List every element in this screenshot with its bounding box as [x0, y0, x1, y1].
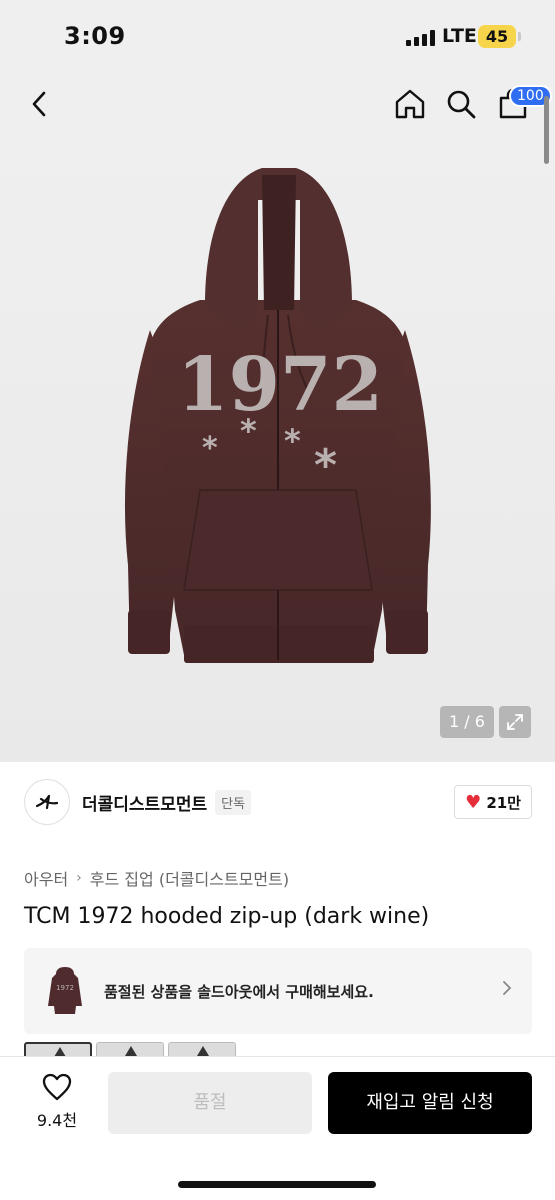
- brand-like-button[interactable]: ♥ 21만: [454, 785, 532, 819]
- brand-logo-icon[interactable]: [24, 779, 70, 825]
- soldout-banner-text: 품절된 상품을 솔드아웃에서 구매해보세요.: [104, 982, 374, 1001]
- svg-text:1972: 1972: [56, 984, 74, 992]
- search-icon[interactable]: [441, 84, 481, 124]
- hoodie-illustration: 1972 * * * *: [124, 168, 431, 663]
- svg-text:*: *: [314, 440, 337, 491]
- battery-icon: 45: [478, 25, 516, 48]
- home-indicator: [178, 1181, 376, 1188]
- color-swatches: [24, 1042, 236, 1056]
- color-swatch[interactable]: [168, 1042, 236, 1056]
- wishlist-count: 9.4천: [36, 1111, 78, 1130]
- brand-row: 더콜디스트모먼트 단독 ♥ 21만: [24, 778, 532, 826]
- nav-bar: [0, 70, 555, 140]
- wishlist-button[interactable]: 9.4천: [22, 1073, 92, 1131]
- product-image[interactable]: 1972 * * * *: [0, 140, 555, 762]
- breadcrumb-subcategory[interactable]: 후드 집업 (더콜디스트모먼트): [90, 866, 289, 890]
- soldout-banner[interactable]: 1972 품절된 상품을 솔드아웃에서 구매해보세요.: [24, 948, 532, 1034]
- svg-text:*: *: [240, 412, 257, 450]
- brand-name[interactable]: 더콜디스트모먼트: [82, 790, 207, 815]
- heart-icon: ♥: [465, 791, 482, 813]
- breadcrumb-category[interactable]: 아우터: [24, 866, 68, 890]
- status-bar: 3:09 LTE 45: [0, 0, 555, 70]
- status-time: 3:09: [64, 22, 126, 50]
- brand-like-count: 21만: [486, 793, 521, 812]
- back-icon[interactable]: [20, 84, 60, 124]
- battery-nub: [518, 32, 521, 41]
- exclusive-badge: 단독: [215, 789, 252, 815]
- svg-text:*: *: [284, 422, 301, 460]
- product-thumbnail: 1972: [42, 966, 88, 1016]
- soldout-button: 품절: [108, 1072, 312, 1134]
- bottom-action-bar: 9.4천 품절 재입고 알림 신청: [0, 1056, 555, 1200]
- breadcrumb: 아우터 › 후드 집업 (더콜디스트모먼트): [24, 866, 289, 890]
- product-title: TCM 1972 hooded zip-up (dark wine): [24, 904, 430, 929]
- chevron-right-icon: [502, 980, 512, 1001]
- restock-alert-button[interactable]: 재입고 알림 신청: [328, 1072, 532, 1134]
- hoodie-graphic-text: 1972: [177, 342, 383, 428]
- expand-icon[interactable]: [499, 706, 531, 738]
- color-swatch[interactable]: [24, 1042, 92, 1056]
- scrollbar: [544, 96, 549, 164]
- chevron-right-icon: ›: [76, 870, 82, 886]
- heart-outline-icon: [42, 1073, 72, 1101]
- svg-text:*: *: [202, 431, 218, 466]
- home-icon[interactable]: [390, 84, 430, 124]
- signal-icon: [406, 30, 436, 46]
- image-counter: 1 / 6: [440, 706, 494, 738]
- color-swatch[interactable]: [96, 1042, 164, 1056]
- network-label: LTE: [442, 25, 477, 47]
